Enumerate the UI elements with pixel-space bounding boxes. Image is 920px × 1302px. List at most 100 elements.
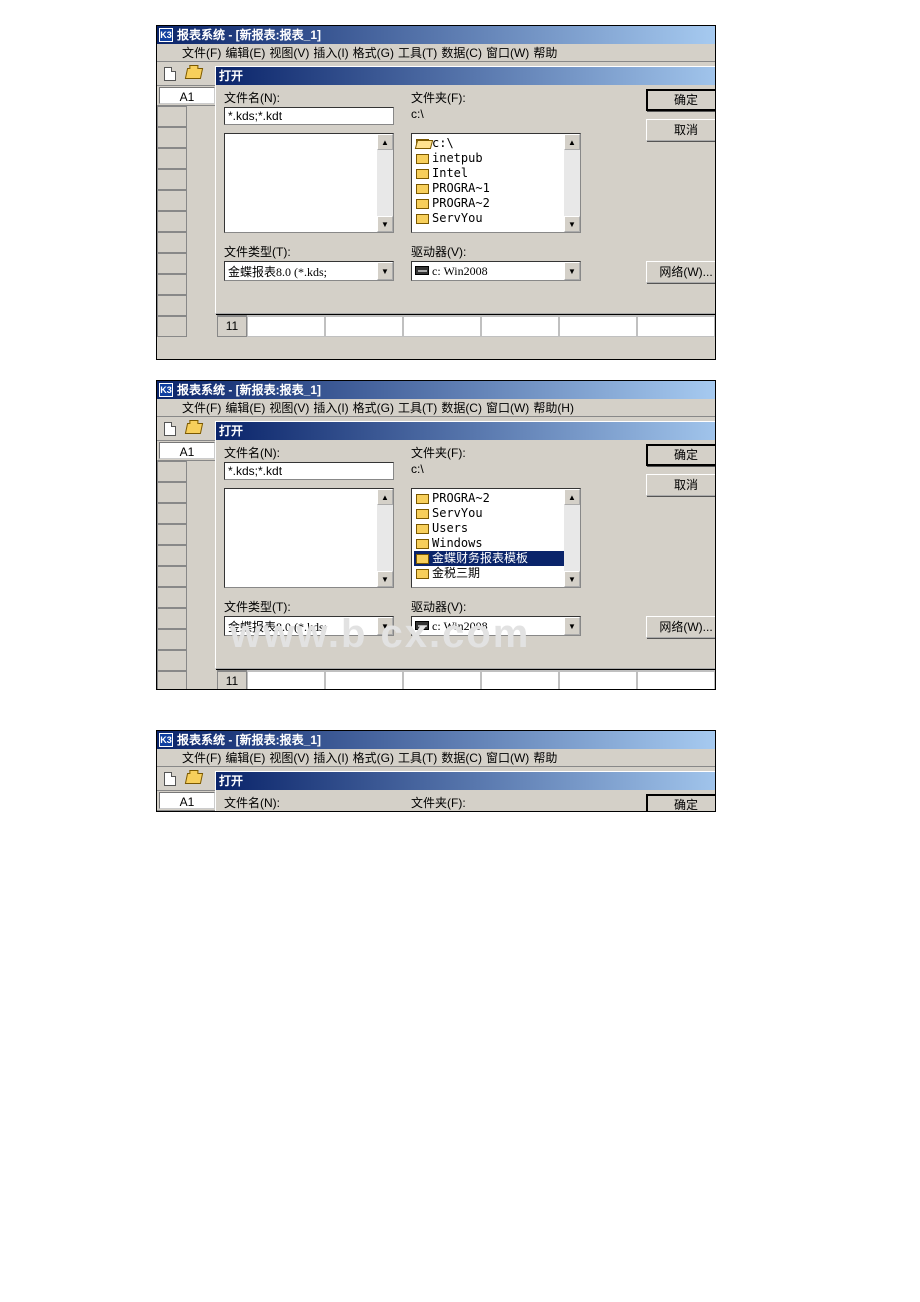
menu-item[interactable]: 视图(V) (269, 44, 309, 61)
row-header[interactable]: 1 (217, 811, 247, 812)
folder-list-item[interactable]: 金税三期 (414, 566, 578, 581)
dialog-close-button[interactable]: ✕ (715, 424, 716, 438)
menu-item[interactable]: 窗口(W) (486, 749, 529, 766)
open-file-button[interactable] (183, 419, 205, 439)
menu-item[interactable]: 工具(T) (398, 749, 437, 766)
folder-list-item[interactable]: ServYou (414, 506, 578, 521)
ok-button[interactable]: 确定 (646, 794, 716, 812)
folder-list-item[interactable]: Users (414, 521, 578, 536)
cell[interactable] (637, 671, 715, 690)
menu-item[interactable]: 数据(C) (441, 399, 482, 416)
row-header[interactable]: 11 (217, 316, 247, 337)
menu-item[interactable]: 窗口(W) (486, 399, 529, 416)
chevron-down-icon[interactable]: ▼ (377, 617, 393, 635)
folder-list-item[interactable]: PROGRA~2 (414, 491, 578, 506)
new-file-button[interactable] (159, 419, 181, 439)
cancel-button[interactable]: 取消 (646, 474, 716, 496)
filename-input[interactable]: *.kds;*.kdt (224, 107, 394, 125)
drive-dropdown[interactable]: c: Win2008▼ (411, 616, 581, 636)
cell-reference-box[interactable]: A1 (159, 792, 215, 809)
folder-list-item[interactable]: PROGRA~2 (414, 196, 578, 211)
menu-item[interactable]: 编辑(E) (225, 749, 265, 766)
menu-item[interactable]: 格式(G) (353, 44, 394, 61)
menu-item[interactable]: 文件(F) (182, 749, 221, 766)
file-listbox[interactable]: ▲▼ (224, 133, 394, 233)
network-button[interactable]: 网络(W)... (646, 261, 716, 283)
menu-item[interactable]: 视图(V) (269, 399, 309, 416)
ok-button[interactable]: 确定 (646, 89, 716, 111)
filetype-dropdown[interactable]: 金蝶报表8.0 (*.kds;▼ (224, 616, 394, 636)
network-button[interactable]: 网络(W)... (646, 616, 716, 638)
cell[interactable] (325, 671, 403, 690)
menu-item[interactable]: 工具(T) (398, 44, 437, 61)
scroll-down-button[interactable]: ▼ (564, 571, 580, 587)
scroll-up-button[interactable]: ▲ (564, 489, 580, 505)
menu-item[interactable]: 文件(F) (182, 44, 221, 61)
cell[interactable] (247, 811, 325, 812)
dialog-close-button[interactable]: ✕ (715, 69, 716, 83)
cell[interactable] (247, 671, 325, 690)
menu-item[interactable]: 插入(I) (313, 749, 348, 766)
cell[interactable] (481, 316, 559, 337)
scrollbar-track[interactable] (377, 505, 393, 571)
scroll-up-button[interactable]: ▲ (377, 134, 393, 150)
scroll-down-button[interactable]: ▼ (377, 571, 393, 587)
folder-list-item[interactable]: PROGRA~1 (414, 181, 578, 196)
menu-item[interactable]: 帮助(H) (533, 399, 574, 416)
chevron-down-icon[interactable]: ▼ (564, 617, 580, 635)
file-listbox[interactable]: ▲▼ (224, 488, 394, 588)
folder-list-item[interactable]: ServYou (414, 211, 578, 226)
menu-item[interactable]: 插入(I) (313, 399, 348, 416)
scroll-down-button[interactable]: ▼ (564, 216, 580, 232)
cell[interactable] (325, 811, 403, 812)
cell[interactable] (559, 811, 637, 812)
cell[interactable] (403, 671, 481, 690)
filetype-dropdown[interactable]: 金蝶报表8.0 (*.kds;▼ (224, 261, 394, 281)
cell[interactable] (247, 316, 325, 337)
menu-item[interactable]: 工具(T) (398, 399, 437, 416)
menu-item[interactable]: 格式(G) (353, 749, 394, 766)
chevron-down-icon[interactable]: ▼ (377, 262, 393, 280)
cell[interactable] (403, 316, 481, 337)
folder-list-item[interactable]: inetpub (414, 151, 578, 166)
cancel-button[interactable]: 取消 (646, 119, 716, 141)
menu-item[interactable]: 编辑(E) (225, 44, 265, 61)
folder-list-item[interactable]: 金蝶财务报表模板 (414, 551, 578, 566)
scroll-up-button[interactable]: ▲ (564, 134, 580, 150)
folder-list-item[interactable]: c:\ (414, 136, 578, 151)
open-file-button[interactable] (183, 769, 205, 789)
menu-item[interactable]: 窗口(W) (486, 44, 529, 61)
cell[interactable] (325, 316, 403, 337)
chevron-down-icon[interactable]: ▼ (564, 262, 580, 280)
open-file-button[interactable] (183, 64, 205, 84)
scroll-up-button[interactable]: ▲ (377, 489, 393, 505)
folder-listbox[interactable]: ▲ ▼ c:\inetpubIntelPROGRA~1PROGRA~2ServYou (411, 133, 581, 233)
scrollbar-track[interactable] (377, 150, 393, 216)
scrollbar-track[interactable] (564, 150, 580, 216)
cell[interactable] (481, 671, 559, 690)
scrollbar-track[interactable] (564, 505, 580, 571)
menu-item[interactable]: 帮助 (533, 44, 557, 61)
folder-listbox[interactable]: ▲ ▼ PROGRA~2ServYouUsersWindows金蝶财务报表模板金税三… (411, 488, 581, 588)
filename-input[interactable]: *.kds;*.kdt (224, 462, 394, 480)
cell-reference-box[interactable]: A1 (159, 87, 215, 104)
cell-reference-box[interactable]: A1 (159, 442, 215, 459)
cell[interactable] (559, 671, 637, 690)
cell[interactable] (559, 316, 637, 337)
menu-item[interactable]: 插入(I) (313, 44, 348, 61)
cell[interactable] (403, 811, 481, 812)
menu-item[interactable]: 格式(G) (353, 399, 394, 416)
menu-item[interactable]: 文件(F) (182, 399, 221, 416)
folder-list-item[interactable]: Intel (414, 166, 578, 181)
menu-item[interactable]: 帮助 (533, 749, 557, 766)
folder-list-item[interactable]: Windows (414, 536, 578, 551)
menu-item[interactable]: 数据(C) (441, 44, 482, 61)
menu-item[interactable]: 视图(V) (269, 749, 309, 766)
new-file-button[interactable] (159, 769, 181, 789)
dialog-close-button[interactable]: ✕ (715, 774, 716, 788)
row-header[interactable]: 11 (217, 671, 247, 690)
cell[interactable] (481, 811, 559, 812)
drive-dropdown[interactable]: c: Win2008▼ (411, 261, 581, 281)
new-file-button[interactable] (159, 64, 181, 84)
menu-item[interactable]: 数据(C) (441, 749, 482, 766)
